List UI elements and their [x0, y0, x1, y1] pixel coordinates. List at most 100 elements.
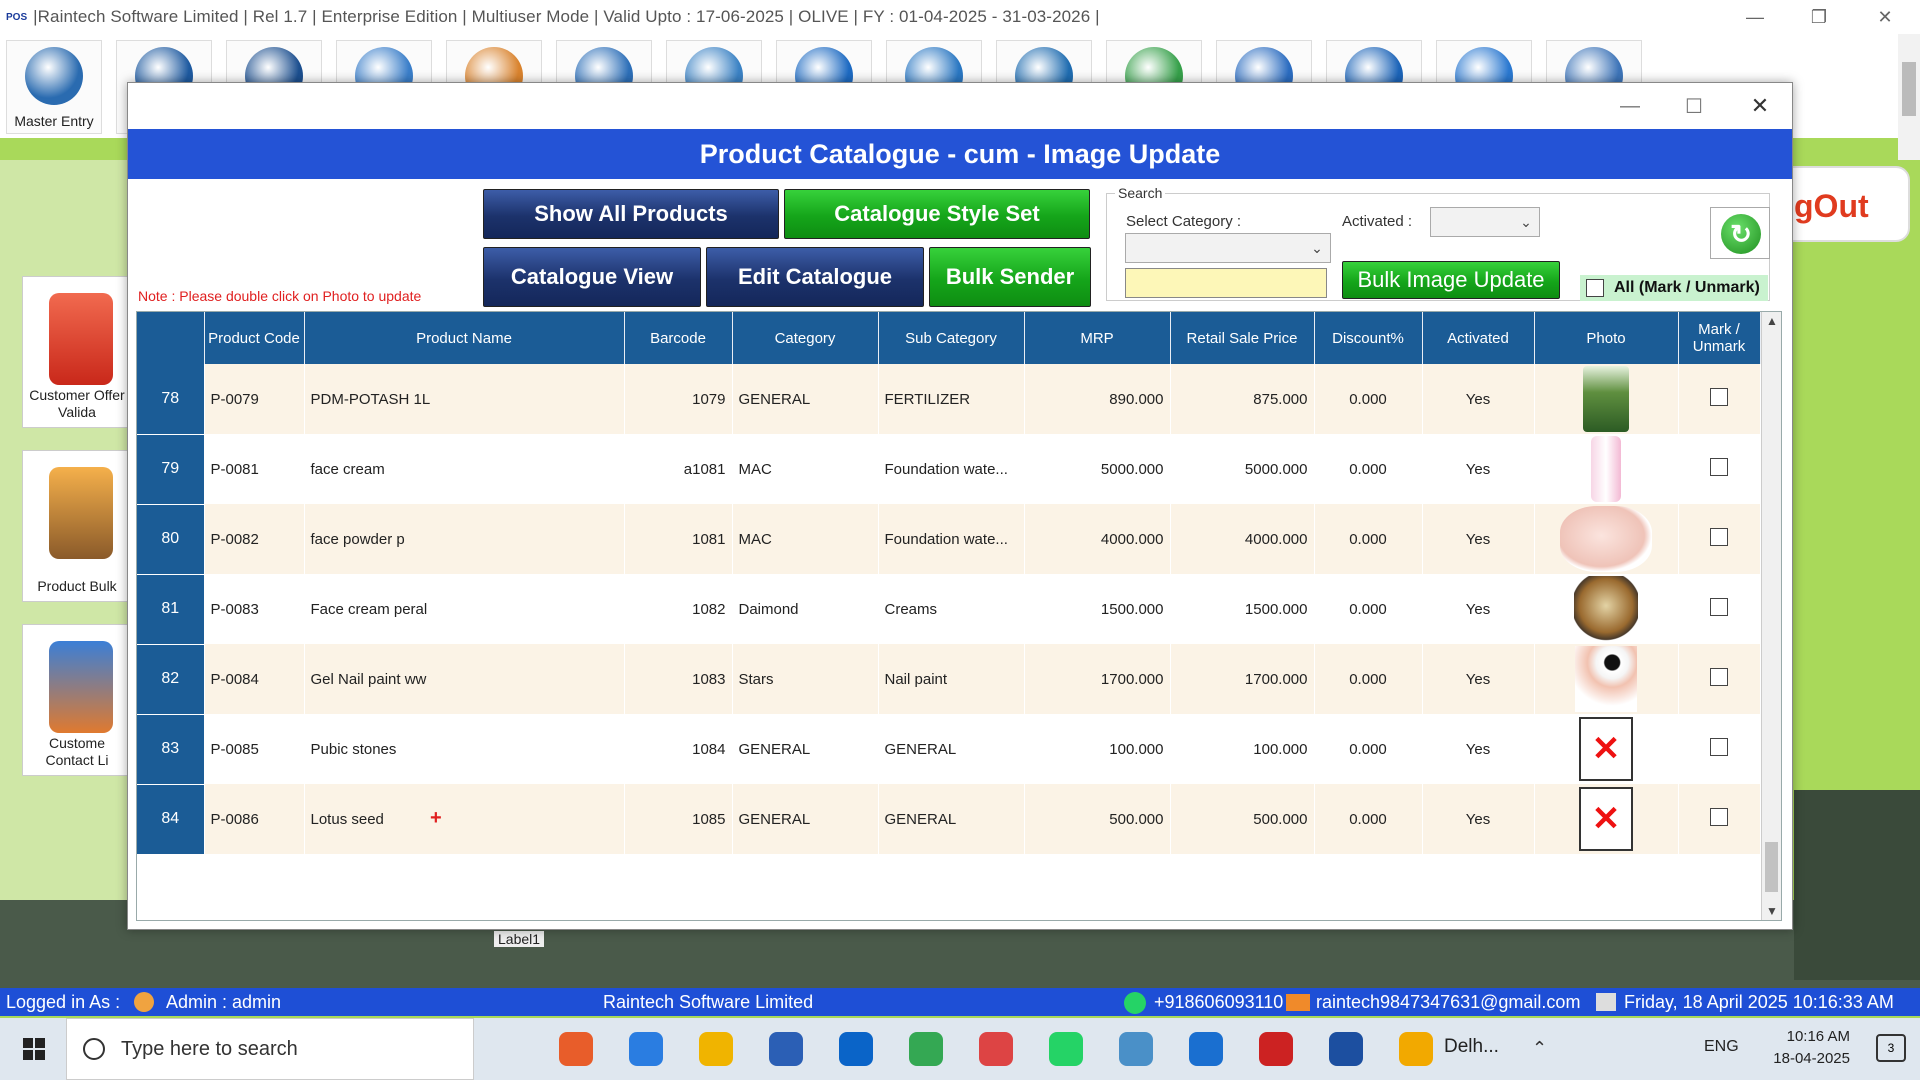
customer-offer-card[interactable]: Customer Offer Valida	[22, 276, 132, 428]
row-number: 80	[137, 504, 205, 575]
table-row[interactable]: 83 P-0085 Pubic stones 1084 GENERAL GENERAL 10…	[137, 714, 1761, 785]
barcode-cell: 1079	[624, 364, 733, 434]
customer-contact-card[interactable]: Custome Contact Li	[22, 624, 132, 776]
mark-all-checkbox[interactable]: All (Mark / Unmark)	[1580, 275, 1768, 301]
column-header[interactable]: Product Code	[204, 312, 305, 364]
app-logo: POS	[6, 11, 28, 23]
edit-catalogue-button[interactable]: Edit Catalogue	[706, 247, 924, 307]
chevron-up-icon[interactable]: ⌃	[1532, 1038, 1547, 1059]
taskbar-app-icon[interactable]	[968, 1018, 1024, 1080]
photo-cell[interactable]: ✕	[1534, 714, 1679, 784]
app-scrollbar[interactable]	[1898, 34, 1920, 160]
column-header[interactable]: Product Name	[304, 312, 625, 364]
mark-checkbox[interactable]	[1710, 458, 1728, 476]
taskbar-search[interactable]: Type here to search	[66, 1018, 474, 1080]
scroll-up-icon[interactable]: ▲	[1762, 314, 1781, 328]
column-header[interactable]: Photo	[1534, 312, 1679, 364]
cream-tube-image[interactable]	[1591, 436, 1621, 502]
category-dropdown[interactable]: ⌄	[1125, 233, 1331, 263]
column-header[interactable]: Retail Sale Price	[1170, 312, 1315, 364]
app-minimize-button[interactable]: —	[1732, 0, 1778, 34]
taskbar-search-placeholder: Type here to search	[121, 1037, 298, 1060]
missing-photo-icon[interactable]: ✕	[1579, 787, 1633, 851]
column-header[interactable]: Sub Category	[878, 312, 1025, 364]
table-row[interactable]: 78 P-0079 PDM-POTASH 1L 1079 GENERAL FERTILIZ…	[137, 364, 1761, 435]
taskbar-app-icon[interactable]	[758, 1018, 814, 1080]
photo-cell[interactable]	[1534, 364, 1679, 434]
table-row[interactable]: 84 P-0086 Lotus seed 1085 GENERAL GENERAL 500.…	[137, 784, 1761, 855]
column-header[interactable]: Discount%	[1314, 312, 1423, 364]
refresh-icon: ↻	[1721, 214, 1761, 254]
category-cell: MAC	[732, 504, 879, 574]
catalogue-view-button[interactable]: Catalogue View	[483, 247, 701, 307]
mark-cell	[1678, 504, 1761, 574]
column-header[interactable]: Mark / Unmark	[1678, 312, 1761, 364]
column-header[interactable]: MRP	[1024, 312, 1171, 364]
taskbar-app-icon[interactable]	[1038, 1018, 1094, 1080]
taskbar-app-icon[interactable]	[688, 1018, 744, 1080]
mark-checkbox[interactable]	[1710, 738, 1728, 756]
taskbar-app-icon[interactable]	[1248, 1018, 1304, 1080]
mark-all-label: All (Mark / Unmark)	[1614, 279, 1760, 296]
row-number: 82	[137, 644, 205, 715]
photo-cell[interactable]: ✕	[1534, 784, 1679, 854]
refresh-button[interactable]: ↻	[1710, 207, 1770, 259]
column-header[interactable]: Category	[732, 312, 879, 364]
show-all-products-button[interactable]: Show All Products	[483, 189, 779, 239]
photo-cell[interactable]	[1534, 574, 1679, 644]
catalogue-style-set-button[interactable]: Catalogue Style Set	[784, 189, 1090, 239]
taskbar-clock[interactable]: 10:16 AM 18-04-2025	[1773, 1026, 1850, 1070]
category-text-field[interactable]	[1125, 268, 1327, 298]
mark-checkbox[interactable]	[1710, 808, 1728, 826]
powder-puff-image[interactable]	[1560, 506, 1652, 572]
taskbar-app-icon[interactable]	[618, 1018, 674, 1080]
table-row[interactable]: 81 P-0083 Face cream peral 1082 Daimond Cream…	[137, 574, 1761, 645]
table-row[interactable]: 82 P-0084 Gel Nail paint ww 1083 Stars Nail p…	[137, 644, 1761, 715]
taskbar-app-icon[interactable]	[1178, 1018, 1234, 1080]
scroll-down-icon[interactable]: ▼	[1762, 904, 1781, 918]
mark-all-box[interactable]	[1586, 279, 1604, 297]
mark-checkbox[interactable]	[1710, 388, 1728, 406]
mark-checkbox[interactable]	[1710, 598, 1728, 616]
bulk-sender-button[interactable]: Bulk Sender	[929, 247, 1091, 307]
activated-cell: Yes	[1422, 434, 1535, 504]
dialog-close-button[interactable]: ✕	[1740, 89, 1780, 123]
weather-text[interactable]: Delh...	[1444, 1036, 1499, 1058]
photo-cell[interactable]	[1534, 504, 1679, 574]
product-bulk-card[interactable]: Product Bulk	[22, 450, 132, 602]
notification-icon[interactable]: 3	[1876, 1034, 1906, 1062]
app-restore-button[interactable]: ❐	[1796, 0, 1842, 34]
app-close-button[interactable]: ✕	[1862, 0, 1908, 34]
missing-photo-icon[interactable]: ✕	[1579, 717, 1633, 781]
taskbar-app-icon[interactable]	[548, 1018, 604, 1080]
taskbar-app-icon[interactable]	[898, 1018, 954, 1080]
dialog-maximize-button[interactable]: ☐	[1674, 89, 1714, 123]
windows-start-icon[interactable]	[8, 1018, 60, 1080]
photo-cell[interactable]	[1534, 644, 1679, 714]
bulk-image-update-button[interactable]: Bulk Image Update	[1342, 261, 1560, 299]
retail-price-cell: 100.000	[1170, 714, 1315, 784]
scroll-thumb[interactable]	[1765, 842, 1778, 892]
cream-jar-image[interactable]	[1574, 576, 1638, 642]
table-row[interactable]: 80 P-0082 face powder p 1081 MAC Foundation w…	[137, 504, 1761, 575]
grid-scrollbar[interactable]: ▲ ▼	[1761, 312, 1781, 920]
photo-cell[interactable]	[1534, 434, 1679, 504]
mark-checkbox[interactable]	[1710, 668, 1728, 686]
column-header[interactable]	[137, 312, 205, 364]
dialog-minimize-button[interactable]: —	[1610, 89, 1650, 123]
column-header[interactable]: Barcode	[624, 312, 733, 364]
taskbar-app-icon[interactable]	[1108, 1018, 1164, 1080]
taskbar-app-icon[interactable]	[1318, 1018, 1374, 1080]
calendar-icon	[1596, 993, 1616, 1011]
master-entry-button[interactable]: Master Entry	[6, 40, 102, 134]
table-row[interactable]: 79 P-0081 face cream a1081 MAC Foundation wat…	[137, 434, 1761, 505]
contacts-icon	[49, 641, 113, 733]
language-indicator[interactable]: ENG	[1704, 1038, 1739, 1056]
column-header[interactable]: Activated	[1422, 312, 1535, 364]
activated-dropdown[interactable]: ⌄	[1430, 207, 1540, 237]
mark-checkbox[interactable]	[1710, 528, 1728, 546]
taskbar-app-icon[interactable]	[1388, 1018, 1444, 1080]
taskbar-app-icon[interactable]	[828, 1018, 884, 1080]
fertilizer-bag-image[interactable]	[1583, 366, 1629, 432]
nail-paint-image[interactable]	[1575, 646, 1637, 712]
